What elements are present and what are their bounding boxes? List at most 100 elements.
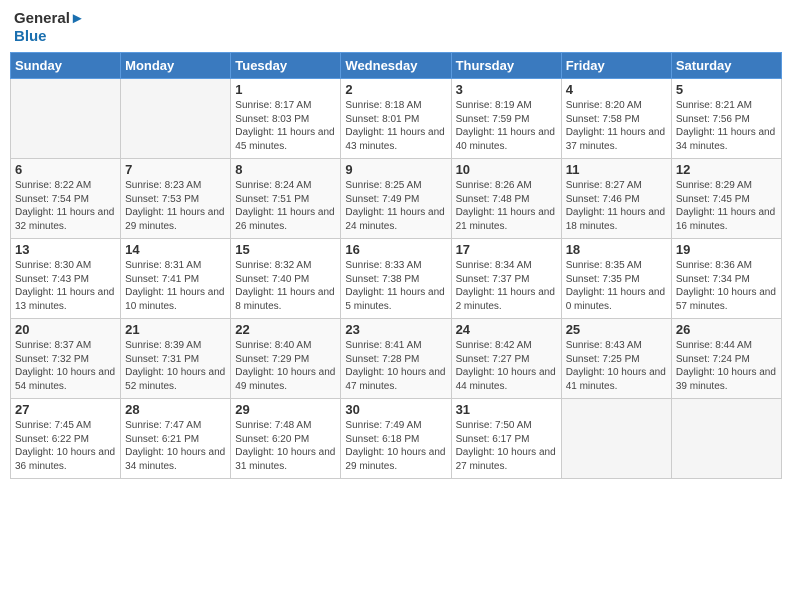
- day-info: Sunrise: 8:25 AMSunset: 7:49 PMDaylight:…: [345, 179, 446, 233]
- day-cell: 9 Sunrise: 8:25 AMSunset: 7:49 PMDaylight…: [341, 159, 451, 239]
- day-info: Sunrise: 8:26 AMSunset: 7:48 PMDaylight:…: [456, 179, 557, 233]
- day-cell: 18 Sunrise: 8:35 AMSunset: 7:35 PMDayligh…: [561, 239, 671, 319]
- day-info: Sunrise: 8:23 AMSunset: 7:53 PMDaylight:…: [125, 179, 226, 233]
- day-number: 22: [235, 322, 336, 337]
- day-cell: 23 Sunrise: 8:41 AMSunset: 7:28 PMDayligh…: [341, 319, 451, 399]
- day-cell: 25 Sunrise: 8:43 AMSunset: 7:25 PMDayligh…: [561, 319, 671, 399]
- day-info: Sunrise: 8:30 AMSunset: 7:43 PMDaylight:…: [15, 259, 116, 313]
- day-number: 14: [125, 242, 226, 257]
- weekday-header-thursday: Thursday: [451, 53, 561, 79]
- weekday-header-sunday: Sunday: [11, 53, 121, 79]
- day-cell: 22 Sunrise: 8:40 AMSunset: 7:29 PMDayligh…: [231, 319, 341, 399]
- day-info: Sunrise: 8:44 AMSunset: 7:24 PMDaylight:…: [676, 339, 777, 393]
- day-number: 12: [676, 162, 777, 177]
- day-cell: 3Sunrise: 8:19 AMSunset: 7:59 PMDaylight…: [451, 79, 561, 159]
- weekday-header-saturday: Saturday: [671, 53, 781, 79]
- day-number: 15: [235, 242, 336, 257]
- day-cell: 5Sunrise: 8:21 AMSunset: 7:56 PMDaylight…: [671, 79, 781, 159]
- day-info: Sunrise: 8:19 AMSunset: 7:59 PMDaylight:…: [456, 99, 557, 153]
- day-cell: 26 Sunrise: 8:44 AMSunset: 7:24 PMDayligh…: [671, 319, 781, 399]
- day-cell: 19 Sunrise: 8:36 AMSunset: 7:34 PMDayligh…: [671, 239, 781, 319]
- day-number: 21: [125, 322, 226, 337]
- day-cell: 30 Sunrise: 7:49 AMSunset: 6:18 PMDayligh…: [341, 399, 451, 479]
- day-info: Sunrise: 8:20 AMSunset: 7:58 PMDaylight:…: [566, 99, 667, 153]
- day-number: 19: [676, 242, 777, 257]
- week-row-4: 20Sunrise: 8:37 AMSunset: 7:32 PMDayligh…: [11, 319, 782, 399]
- day-cell: 20Sunrise: 8:37 AMSunset: 7:32 PMDayligh…: [11, 319, 121, 399]
- day-info: Sunrise: 8:41 AMSunset: 7:28 PMDaylight:…: [345, 339, 446, 393]
- day-cell: 31 Sunrise: 7:50 AMSunset: 6:17 PMDayligh…: [451, 399, 561, 479]
- day-info: Sunrise: 8:29 AMSunset: 7:45 PMDaylight:…: [676, 179, 777, 233]
- day-number: 9: [345, 162, 446, 177]
- day-info: Sunrise: 8:39 AMSunset: 7:31 PMDaylight:…: [125, 339, 226, 393]
- day-number: 13: [15, 242, 116, 257]
- day-info: Sunrise: 8:40 AMSunset: 7:29 PMDaylight:…: [235, 339, 336, 393]
- day-cell: 27Sunrise: 7:45 AMSunset: 6:22 PMDayligh…: [11, 399, 121, 479]
- day-number: 2: [345, 82, 446, 97]
- calendar-table: SundayMondayTuesdayWednesdayThursdayFrid…: [10, 52, 782, 479]
- day-cell: [671, 399, 781, 479]
- logo: General► Blue: [14, 10, 85, 46]
- day-cell: 14 Sunrise: 8:31 AMSunset: 7:41 PMDayligh…: [121, 239, 231, 319]
- day-cell: 15 Sunrise: 8:32 AMSunset: 7:40 PMDayligh…: [231, 239, 341, 319]
- day-cell: [561, 399, 671, 479]
- day-info: Sunrise: 8:31 AMSunset: 7:41 PMDaylight:…: [125, 259, 226, 313]
- weekday-header-friday: Friday: [561, 53, 671, 79]
- weekday-header-monday: Monday: [121, 53, 231, 79]
- day-info: Sunrise: 8:32 AMSunset: 7:40 PMDaylight:…: [235, 259, 336, 313]
- day-cell: 7 Sunrise: 8:23 AMSunset: 7:53 PMDaylight…: [121, 159, 231, 239]
- day-cell: 17Sunrise: 8:34 AMSunset: 7:37 PMDayligh…: [451, 239, 561, 319]
- day-cell: 12 Sunrise: 8:29 AMSunset: 7:45 PMDayligh…: [671, 159, 781, 239]
- day-number: 18: [566, 242, 667, 257]
- day-cell: 21 Sunrise: 8:39 AMSunset: 7:31 PMDayligh…: [121, 319, 231, 399]
- day-info: Sunrise: 7:50 AMSunset: 6:17 PMDaylight:…: [456, 419, 557, 473]
- day-info: Sunrise: 8:36 AMSunset: 7:34 PMDaylight:…: [676, 259, 777, 313]
- day-number: 20: [15, 322, 116, 337]
- day-number: 16: [345, 242, 446, 257]
- week-row-1: 1 Sunrise: 8:17 AMSunset: 8:03 PMDaylight…: [11, 79, 782, 159]
- day-info: Sunrise: 8:35 AMSunset: 7:35 PMDaylight:…: [566, 259, 667, 313]
- day-info: Sunrise: 8:17 AMSunset: 8:03 PMDaylight:…: [235, 99, 336, 153]
- day-number: 30: [345, 402, 446, 417]
- day-cell: 8 Sunrise: 8:24 AMSunset: 7:51 PMDaylight…: [231, 159, 341, 239]
- day-cell: 4 Sunrise: 8:20 AMSunset: 7:58 PMDaylight…: [561, 79, 671, 159]
- day-info: Sunrise: 7:48 AMSunset: 6:20 PMDaylight:…: [235, 419, 336, 473]
- weekday-header-tuesday: Tuesday: [231, 53, 341, 79]
- day-info: Sunrise: 8:24 AMSunset: 7:51 PMDaylight:…: [235, 179, 336, 233]
- day-number: 11: [566, 162, 667, 177]
- day-info: Sunrise: 7:49 AMSunset: 6:18 PMDaylight:…: [345, 419, 446, 473]
- day-number: 8: [235, 162, 336, 177]
- day-number: 26: [676, 322, 777, 337]
- day-cell: [121, 79, 231, 159]
- day-cell: 10 Sunrise: 8:26 AMSunset: 7:48 PMDayligh…: [451, 159, 561, 239]
- day-number: 31: [456, 402, 557, 417]
- day-number: 7: [125, 162, 226, 177]
- day-info: Sunrise: 8:18 AMSunset: 8:01 PMDaylight:…: [345, 99, 446, 153]
- day-number: 17: [456, 242, 557, 257]
- day-cell: 16Sunrise: 8:33 AMSunset: 7:38 PMDayligh…: [341, 239, 451, 319]
- day-cell: 28 Sunrise: 7:47 AMSunset: 6:21 PMDayligh…: [121, 399, 231, 479]
- day-cell: 1 Sunrise: 8:17 AMSunset: 8:03 PMDaylight…: [231, 79, 341, 159]
- day-number: 23: [345, 322, 446, 337]
- day-cell: 24Sunrise: 8:42 AMSunset: 7:27 PMDayligh…: [451, 319, 561, 399]
- day-cell: 13 Sunrise: 8:30 AMSunset: 7:43 PMDayligh…: [11, 239, 121, 319]
- day-info: Sunrise: 7:47 AMSunset: 6:21 PMDaylight:…: [125, 419, 226, 473]
- day-number: 5: [676, 82, 777, 97]
- day-number: 1: [235, 82, 336, 97]
- day-number: 6: [15, 162, 116, 177]
- weekday-header-row: SundayMondayTuesdayWednesdayThursdayFrid…: [11, 53, 782, 79]
- day-info: Sunrise: 7:45 AMSunset: 6:22 PMDaylight:…: [15, 419, 116, 473]
- day-cell: 6 Sunrise: 8:22 AMSunset: 7:54 PMDaylight…: [11, 159, 121, 239]
- day-cell: 29 Sunrise: 7:48 AMSunset: 6:20 PMDayligh…: [231, 399, 341, 479]
- day-number: 29: [235, 402, 336, 417]
- day-number: 28: [125, 402, 226, 417]
- week-row-3: 13 Sunrise: 8:30 AMSunset: 7:43 PMDayligh…: [11, 239, 782, 319]
- day-info: Sunrise: 8:22 AMSunset: 7:54 PMDaylight:…: [15, 179, 116, 233]
- day-info: Sunrise: 8:42 AMSunset: 7:27 PMDaylight:…: [456, 339, 557, 393]
- day-info: Sunrise: 8:43 AMSunset: 7:25 PMDaylight:…: [566, 339, 667, 393]
- day-number: 4: [566, 82, 667, 97]
- day-cell: 11Sunrise: 8:27 AMSunset: 7:46 PMDayligh…: [561, 159, 671, 239]
- page-header: General► Blue: [10, 10, 782, 46]
- day-number: 10: [456, 162, 557, 177]
- day-number: 25: [566, 322, 667, 337]
